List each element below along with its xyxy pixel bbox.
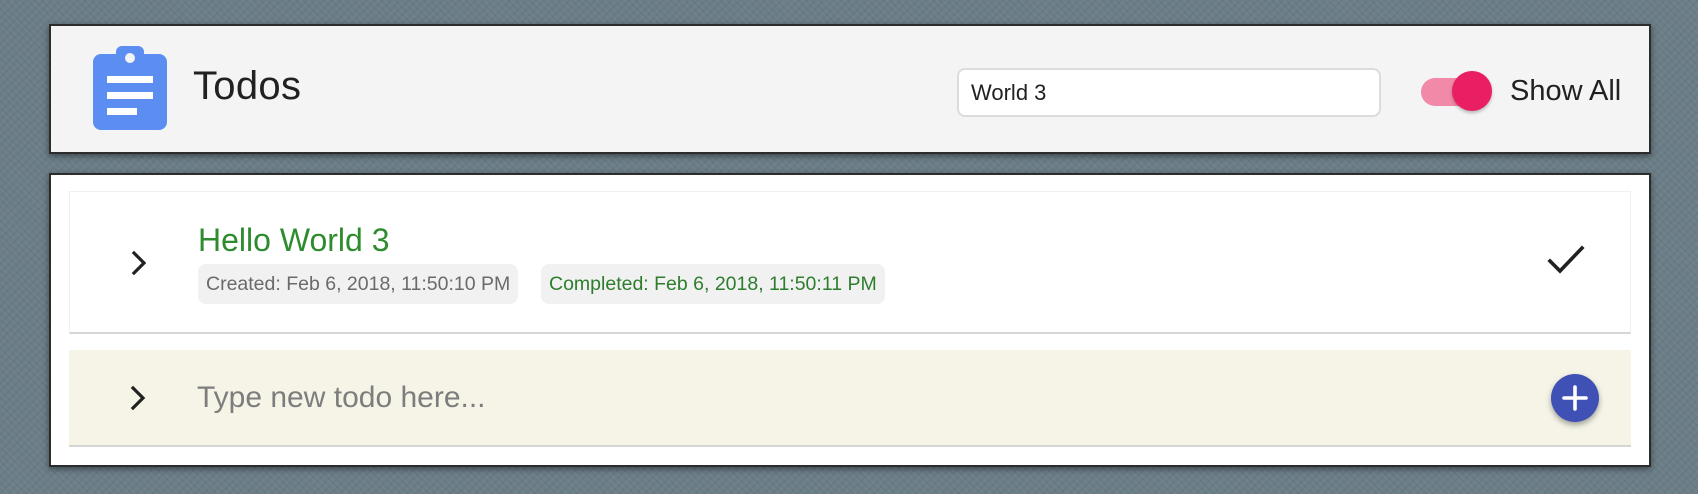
created-timestamp: Created: Feb 6, 2018, 11:50:10 PM <box>198 264 519 304</box>
clipboard-icon <box>93 46 167 130</box>
todo-title[interactable]: Hello World 3 <box>198 224 389 256</box>
show-all-toggle[interactable] <box>1421 71 1495 111</box>
add-todo-button[interactable] <box>1551 374 1599 422</box>
toggle-thumb[interactable] <box>1452 71 1492 111</box>
search-input[interactable] <box>957 68 1381 117</box>
chevron-right-icon[interactable] <box>125 383 151 413</box>
todo-list: Hello World 3 Created: Feb 6, 2018, 11:5… <box>49 173 1651 467</box>
app-title: Todos <box>193 64 302 108</box>
plus-icon <box>1562 385 1588 411</box>
show-all-label: Show All <box>1510 75 1622 107</box>
new-todo-row <box>69 350 1631 447</box>
new-todo-input[interactable] <box>197 374 1437 422</box>
app-header: Todos Show All <box>49 24 1651 154</box>
todo-item: Hello World 3 Created: Feb 6, 2018, 11:5… <box>69 191 1631 334</box>
completed-timestamp: Completed: Feb 6, 2018, 11:50:11 PM <box>541 264 885 304</box>
chevron-right-icon[interactable] <box>126 248 152 278</box>
check-icon[interactable] <box>1546 242 1586 278</box>
